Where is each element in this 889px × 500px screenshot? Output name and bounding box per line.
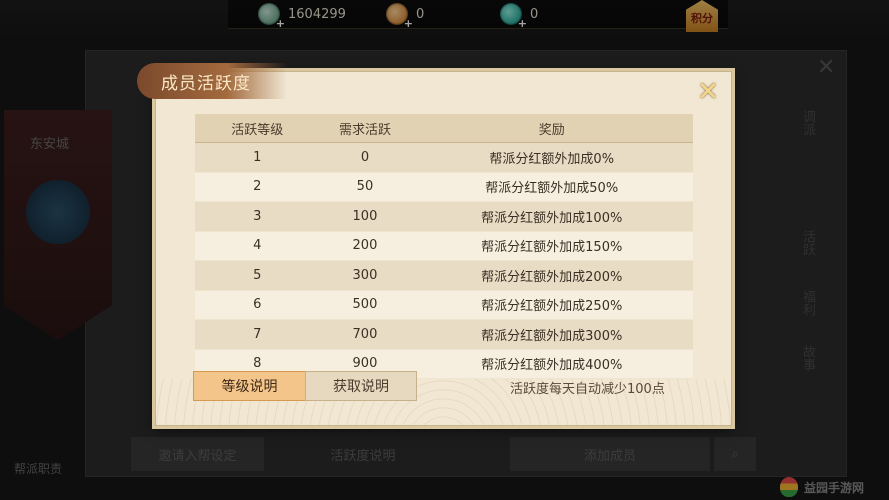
table-header: 活跃等级 需求活跃 奖励 (195, 114, 693, 143)
cell-required: 300 (319, 260, 411, 291)
cell-reward: 帮派分红额外加成50% (410, 172, 693, 202)
table-row: 4 200 帮派分红额外加成150% (195, 231, 693, 261)
cell-level: 4 (195, 231, 320, 261)
cell-level: 6 (195, 290, 320, 320)
header-required: 需求活跃 (319, 114, 411, 143)
header-level: 活跃等级 (195, 114, 320, 143)
cell-reward: 帮派分红额外加成300% (410, 319, 693, 350)
tab-obtain-info[interactable]: 获取说明 (305, 371, 417, 401)
cell-required: 50 (319, 172, 411, 202)
cell-reward: 帮派分红额外加成150% (410, 231, 693, 261)
table-row: 2 50 帮派分红额外加成50% (195, 172, 693, 202)
cell-reward: 帮派分红额外加成250% (410, 290, 693, 320)
decay-note: 活跃度每天自动减少100点 (510, 382, 665, 397)
cell-level: 2 (195, 172, 320, 202)
cell-level: 7 (195, 319, 320, 350)
table-row: 5 300 帮派分红额外加成200% (195, 260, 693, 291)
table-row: 3 100 帮派分红额外加成100% (195, 201, 693, 232)
cell-reward: 帮派分红额外加成100% (410, 201, 693, 232)
cell-level: 3 (195, 201, 320, 232)
cell-reward: 帮派分红额外加成400% (410, 349, 693, 379)
close-icon[interactable]: ✕ (696, 79, 720, 105)
modal-title: 成员活跃度 (137, 63, 287, 99)
cell-required: 500 (319, 290, 411, 320)
cell-required: 0 (319, 142, 411, 173)
table-row: 6 500 帮派分红额外加成250% (195, 290, 693, 320)
cell-level: 5 (195, 260, 320, 291)
activity-table: 活跃等级 需求活跃 奖励 1 0 帮派分红额外加成0% 2 50 帮派分红额外加… (195, 114, 693, 379)
cell-reward: 帮派分红额外加成0% (410, 142, 693, 173)
cell-required: 700 (319, 319, 411, 350)
cell-level: 1 (195, 142, 320, 173)
cell-required: 200 (319, 231, 411, 261)
cell-reward: 帮派分红额外加成200% (410, 260, 693, 291)
table-row: 1 0 帮派分红额外加成0% (195, 142, 693, 173)
tab-level-info[interactable]: 等级说明 (193, 371, 306, 401)
table-row: 7 700 帮派分红额外加成300% (195, 319, 693, 350)
cell-required: 100 (319, 201, 411, 232)
header-reward: 奖励 (410, 114, 693, 143)
